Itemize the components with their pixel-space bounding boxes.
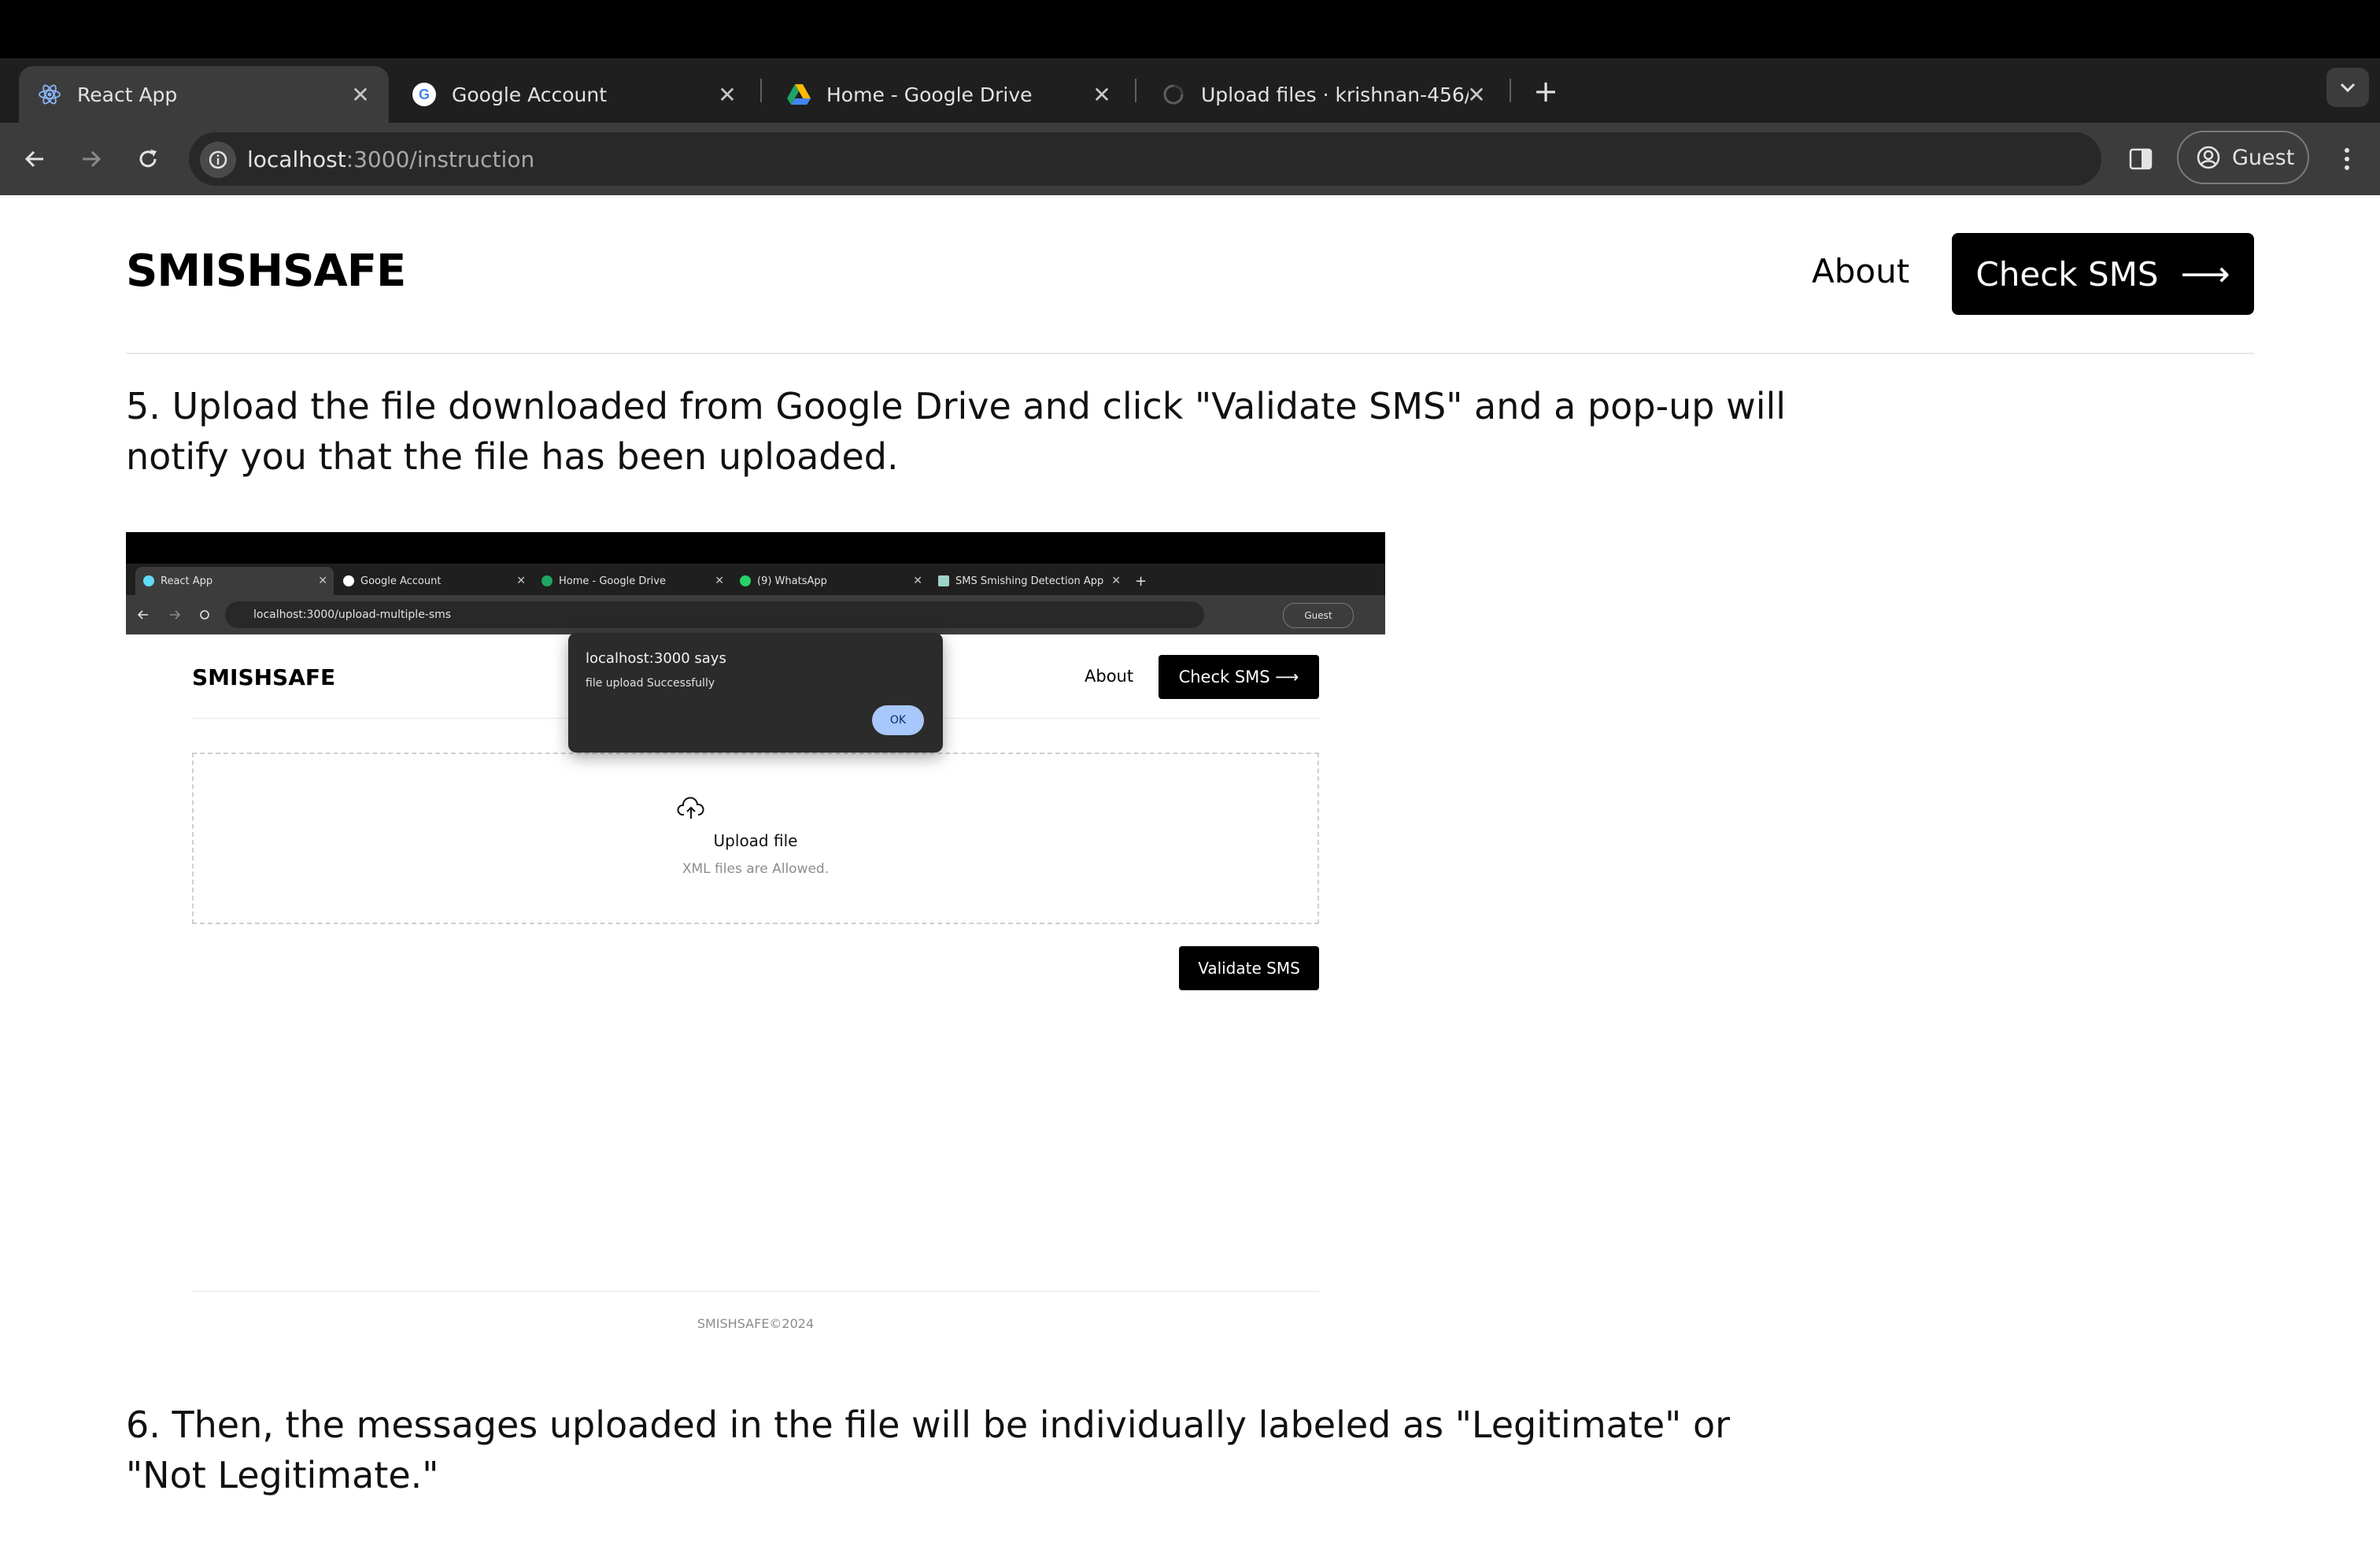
screenshot-dialog-message: file upload Successfully (586, 677, 715, 690)
app-icon (938, 575, 949, 586)
info-icon (209, 150, 227, 169)
screenshot-address-bar: localhost:3000/upload-multiple-sms (225, 601, 1204, 628)
chevron-down-icon (2340, 83, 2356, 93)
window-top-bar (0, 0, 2380, 58)
google-drive-icon (541, 575, 552, 586)
tab-label: Google Account (452, 83, 608, 106)
screenshot-tab: Google Account ✕ (335, 567, 532, 595)
profile-button[interactable]: Guest (2177, 131, 2309, 184)
screenshot-footer-divider (192, 1291, 1319, 1292)
header-divider (126, 353, 2254, 354)
reload-button[interactable] (128, 139, 168, 179)
url-path: :3000/instruction (346, 146, 535, 172)
screenshot-tab-label: Google Account (360, 575, 442, 587)
screenshot-brand: SMISHSAFE (192, 664, 336, 690)
google-icon (343, 575, 354, 586)
nav-buttons-icon (137, 610, 209, 620)
tab-separator (1510, 79, 1511, 102)
check-sms-button[interactable]: Check SMS ⟶ (1952, 233, 2254, 315)
profile-icon (2196, 145, 2221, 170)
svg-text:G: G (419, 87, 430, 102)
tab-search-button[interactable] (2326, 68, 2369, 107)
back-button[interactable] (14, 139, 55, 179)
close-tab-icon[interactable]: ✕ (1088, 80, 1116, 109)
instruction-screenshot: React App ✕ Google Account ✕ Home - Goog… (126, 532, 1385, 1343)
site-info-button[interactable] (200, 142, 236, 178)
screenshot-about-link: About (1085, 667, 1134, 686)
kebab-menu-icon (2345, 148, 2349, 170)
close-tab-icon[interactable]: ✕ (346, 80, 375, 109)
close-tab-icon: ✕ (913, 575, 922, 587)
google-icon: G (411, 81, 438, 108)
tab-separator (760, 79, 762, 102)
arrow-left-icon (24, 150, 43, 168)
screenshot-upload-label: Upload file (713, 831, 798, 850)
tab-react-app[interactable]: React App ✕ (19, 66, 389, 123)
about-link[interactable]: About (1812, 252, 1909, 290)
new-tab-button[interactable]: + (1527, 72, 1565, 110)
react-icon (36, 81, 63, 108)
tab-upload-files[interactable]: Upload files · krishnan-456/s ✕ (1143, 66, 1505, 123)
close-tab-icon: ✕ (1111, 575, 1121, 587)
loading-spinner-icon (1160, 81, 1187, 108)
upload-cloud-icon (677, 797, 704, 819)
instruction-step-5: 5. Upload the file downloaded from Googl… (126, 385, 1787, 478)
check-sms-label: Check SMS (1975, 254, 2159, 294)
forward-button[interactable] (71, 139, 112, 179)
screenshot-tab-label: SMS Smishing Detection App (955, 575, 1104, 587)
tab-google-account[interactable]: G Google Account ✕ (394, 66, 756, 123)
screenshot-tab: React App ✕ (135, 567, 334, 595)
screenshot-profile-button: Guest (1283, 603, 1354, 628)
arrow-right-icon: ⟶ (2180, 253, 2230, 294)
side-panel-icon (2129, 148, 2153, 170)
screenshot-dialog-title: localhost:3000 says (586, 650, 726, 667)
screenshot-tab-label: Home - Google Drive (559, 575, 666, 587)
tab-google-drive[interactable]: Home - Google Drive ✕ (768, 66, 1130, 123)
profile-label: Guest (2232, 145, 2295, 170)
close-tab-icon: ✕ (516, 575, 526, 587)
side-panel-button[interactable] (2120, 139, 2161, 179)
close-tab-icon: ✕ (318, 575, 327, 587)
screenshot-top-bar (126, 532, 1385, 564)
google-drive-icon (785, 81, 812, 108)
whatsapp-icon (740, 575, 751, 586)
new-tab-icon: + (1135, 572, 1148, 590)
browser-menu-button[interactable] (2326, 139, 2367, 179)
screenshot-validate-sms-button: Validate SMS (1179, 946, 1319, 990)
tab-label: Upload files · krishnan-456/s (1201, 83, 1469, 106)
url-text[interactable]: localhost:3000/instruction (247, 142, 534, 178)
screenshot-tab: SMS Smishing Detection App ✕ (930, 567, 1127, 595)
screenshot-check-sms-button: Check SMS ⟶ (1159, 655, 1319, 699)
url-host: localhost (247, 146, 346, 172)
react-icon (143, 575, 154, 586)
tab-label: React App (77, 83, 178, 106)
tab-label: Home - Google Drive (826, 83, 1033, 106)
close-tab-icon[interactable]: ✕ (1462, 80, 1491, 109)
close-tab-icon: ✕ (715, 575, 724, 587)
screenshot-footer: SMISHSAFE©2024 (697, 1316, 815, 1331)
screenshot-tab-label: (9) WhatsApp (757, 575, 827, 587)
screenshot-url-host: localhost (253, 608, 303, 621)
tab-separator (1135, 79, 1136, 102)
brand-logo[interactable]: SMISHSAFE (126, 246, 406, 297)
reload-icon (139, 150, 157, 168)
arrow-right-icon (83, 150, 102, 168)
screenshot-tab: (9) WhatsApp ✕ (732, 567, 929, 595)
screenshot-upload-hint: XML files are Allowed. (682, 861, 830, 877)
instruction-step-6: 6. Then, the messages uploaded in the fi… (126, 1404, 1730, 1496)
screenshot-tab: Home - Google Drive ✕ (534, 567, 730, 595)
screenshot-url-path: :3000/upload-multiple-sms (302, 608, 452, 621)
close-tab-icon[interactable]: ✕ (713, 80, 741, 109)
screenshot-dialog-ok-button: OK (872, 705, 924, 735)
screenshot-tab-label: React App (161, 575, 213, 587)
